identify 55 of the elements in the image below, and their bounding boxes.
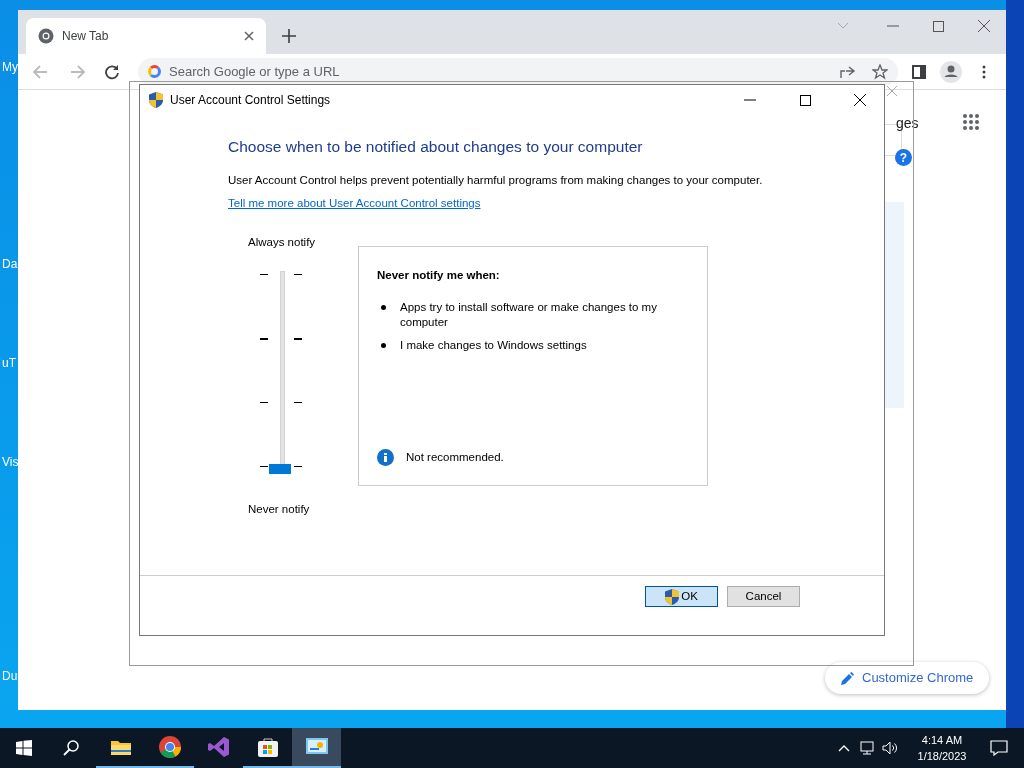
bullet-text: I make changes to Windows settings <box>400 337 587 353</box>
address-bar[interactable]: Search Google or type a URL <box>138 57 898 86</box>
dialog-heading: Choose when to be notified about changes to your computer <box>228 137 644 157</box>
store-icon <box>256 736 279 758</box>
desktop-icon-label[interactable]: uT <box>2 354 16 372</box>
slider-bottom-label: Never notify <box>248 501 311 517</box>
star-icon[interactable] <box>872 63 888 80</box>
windows-start-icon[interactable] <box>16 740 32 756</box>
desktop-icon-label[interactable]: Da <box>2 255 18 273</box>
volume-icon[interactable] <box>882 740 898 756</box>
apps-grid-icon[interactable] <box>963 114 979 130</box>
close-icon[interactable] <box>854 94 866 106</box>
profile-avatar-icon[interactable] <box>940 60 962 83</box>
chrome-icon <box>157 735 182 759</box>
chevron-up-icon[interactable] <box>838 744 850 752</box>
infinity-icon <box>206 735 231 759</box>
clock-date[interactable]: 1/18/2023 <box>917 748 967 764</box>
search-icon[interactable] <box>63 740 79 756</box>
control-panel-icon <box>304 737 329 757</box>
side-panel-icon[interactable] <box>912 64 926 79</box>
desktop-icon-label[interactable]: Vis <box>2 453 19 471</box>
folder-icon <box>109 738 132 756</box>
share-icon[interactable] <box>840 64 856 79</box>
taskbar-app-button[interactable] <box>292 728 341 768</box>
info-icon <box>377 449 394 467</box>
new-tab-icon[interactable] <box>282 29 296 43</box>
bullet-icon <box>381 304 386 310</box>
slider-thumb[interactable] <box>269 463 291 474</box>
pencil-icon <box>841 671 854 685</box>
notification-icon[interactable] <box>990 740 1008 756</box>
slider-top-label: Always notify <box>248 234 317 250</box>
close-icon[interactable] <box>244 31 254 41</box>
browser-tab[interactable]: New Tab <box>26 18 266 54</box>
tab-title: New Tab <box>62 28 110 45</box>
window-title: User Account Control Settings <box>170 92 332 109</box>
dialog-button[interactable]: OK <box>645 586 718 607</box>
network-icon[interactable] <box>860 740 876 756</box>
shield-icon <box>665 588 680 605</box>
customize-chrome-button[interactable]: Customize Chrome <box>825 662 990 694</box>
warning-note: Not recommended. <box>406 450 504 466</box>
maximize-icon[interactable] <box>800 94 811 106</box>
more-menu-icon[interactable] <box>982 64 986 79</box>
shield-icon <box>149 92 163 108</box>
clock-time[interactable]: 4:14 AM <box>921 732 963 748</box>
chrome-icon <box>38 28 54 44</box>
dialog-button[interactable]: Cancel <box>727 586 800 607</box>
google-g-icon <box>148 65 161 78</box>
address-field[interactable]: Search Google or type a URL <box>169 61 888 82</box>
reload-icon[interactable] <box>104 63 120 80</box>
bullet-icon <box>381 342 386 348</box>
description-text: User Account Control helps prevent potentially harmful programs from making changes to your computer. <box>228 173 764 189</box>
bullet-text: Apps try to install software or make changes to my computer <box>400 299 658 330</box>
desktop-icon-label[interactable]: My <box>2 58 18 76</box>
learn-more-link[interactable]: Tell me more about User Account Control settings <box>228 196 481 209</box>
panel-heading: Never notify me when: <box>377 267 501 283</box>
